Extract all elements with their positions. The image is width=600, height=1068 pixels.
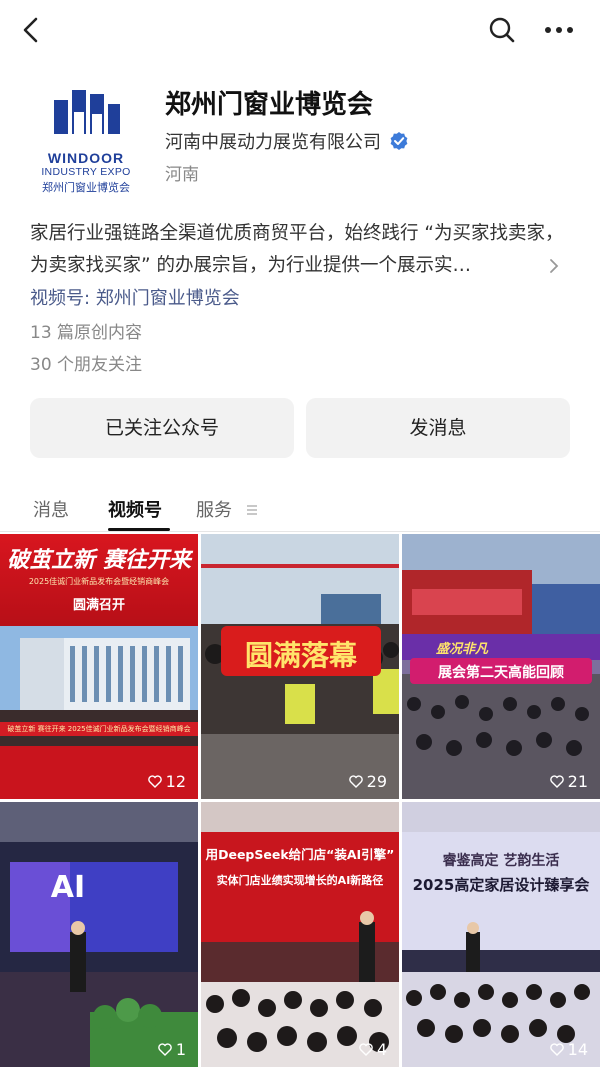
like-count: 1: [158, 1040, 186, 1059]
like-count-value: 4: [376, 1040, 387, 1059]
account-region: 河南: [165, 165, 199, 185]
like-count-value: 12: [165, 772, 186, 791]
logo-chinese: 郑州门窗业博览会: [42, 181, 130, 194]
video-headline: 破茧立新 赛往开来: [7, 548, 191, 573]
profile-header: WINDOOR INDUSTRY EXPO 郑州门窗业博览会 郑州门窗业博览会 …: [0, 60, 600, 200]
organization-label: 河南中展动力展览有限公司: [165, 132, 381, 153]
account-organization[interactable]: 河南中展动力展览有限公司: [165, 128, 409, 154]
heart-icon: [549, 1043, 564, 1056]
chevron-right-icon[interactable]: [548, 256, 560, 276]
video-badge: 展会第二天高能回顾: [438, 665, 564, 681]
heart-icon: [158, 1043, 172, 1056]
more-icon[interactable]: [538, 12, 580, 48]
video-subline: 2025高定家居设计臻享会: [412, 876, 590, 894]
like-count: 21: [549, 772, 588, 791]
video-subline: 实体门店业绩实现增长的AI新路径: [216, 874, 384, 887]
like-count-value: 14: [567, 1040, 588, 1059]
heart-icon: [549, 775, 564, 788]
video-tile[interactable]: 圆满落幕 29: [201, 534, 399, 799]
video-tile[interactable]: AI 1: [0, 802, 198, 1067]
video-badge: 圆满召开: [72, 598, 125, 613]
like-count-value: 1: [175, 1040, 186, 1059]
top-bar: [0, 0, 600, 60]
original-count[interactable]: 13 篇原创内容: [30, 318, 142, 343]
building-logo-icon: [54, 90, 120, 134]
tab-messages[interactable]: 消息: [33, 496, 69, 522]
video-badge: 圆满落幕: [244, 639, 357, 672]
video-headline: 盛况非凡: [435, 642, 488, 657]
account-logo[interactable]: WINDOOR INDUSTRY EXPO 郑州门窗业博览会: [30, 80, 142, 194]
channel-link[interactable]: 视频号: 郑州门窗业博览会: [30, 284, 240, 310]
menu-lines-icon: [246, 501, 258, 515]
account-description[interactable]: 家居行业强链路全渠道优质商贸平台，始终践行 “为买家找卖家，为卖家找买家” 的办…: [30, 218, 570, 282]
video-subline: 2025佳诚门业新品发布会暨经销商峰会: [28, 577, 170, 586]
video-headline: AI: [50, 870, 86, 905]
like-count-value: 29: [366, 772, 387, 791]
video-tile[interactable]: 盛况非凡 展会第二天高能回顾 21: [402, 534, 600, 799]
like-count: 4: [359, 1040, 387, 1059]
search-icon[interactable]: [484, 12, 520, 48]
send-message-button[interactable]: 发消息: [306, 398, 570, 458]
heart-icon: [348, 775, 363, 788]
design-event-photo-icon: [402, 802, 600, 1067]
video-headline: 用DeepSeek给门店“装AI引擎”: [205, 847, 395, 862]
video-grid: 破茧立新 赛往开来 2025佳诚门业新品发布会暨经销商峰会 圆满召开 破茧立新 …: [0, 534, 600, 1068]
logo-subtitle: INDUSTRY EXPO: [41, 166, 131, 178]
account-name: 郑州门窗业博览会: [165, 90, 374, 120]
stage-photo-icon: [0, 802, 198, 1067]
tab-divider: [0, 531, 600, 532]
video-tile[interactable]: 睿鉴高定 艺韵生活 2025高定家居设计臻享会 14: [402, 802, 600, 1067]
video-tile[interactable]: 破茧立新 赛往开来 2025佳诚门业新品发布会暨经销商峰会 圆满召开 破茧立新 …: [0, 534, 198, 799]
video-headline: 睿鉴高定 艺韵生活: [442, 853, 560, 869]
heart-icon: [359, 1043, 373, 1056]
like-count: 12: [147, 772, 186, 791]
followed-button[interactable]: 已关注公众号: [30, 398, 294, 458]
like-count: 14: [549, 1040, 588, 1059]
logo-wordmark: WINDOOR: [47, 150, 125, 166]
heart-icon: [147, 775, 162, 788]
tab-channels[interactable]: 视频号: [108, 496, 162, 522]
back-icon[interactable]: [14, 12, 50, 48]
seminar-photo-icon: [201, 802, 399, 1067]
friends-following[interactable]: 30 个朋友关注: [30, 350, 142, 375]
video-banner-text: 破茧立新 赛往开来 2025佳诚门业新品发布会暨经销商峰会: [7, 725, 191, 733]
like-count: 29: [348, 772, 387, 791]
video-tile[interactable]: 用DeepSeek给门店“装AI引擎” 实体门店业绩实现增长的AI新路径 4: [201, 802, 399, 1067]
like-count-value: 21: [567, 772, 588, 791]
tab-bar: 消息 视频号 服务: [0, 484, 600, 532]
verified-icon: [389, 131, 409, 151]
tab-services[interactable]: 服务: [196, 496, 232, 522]
